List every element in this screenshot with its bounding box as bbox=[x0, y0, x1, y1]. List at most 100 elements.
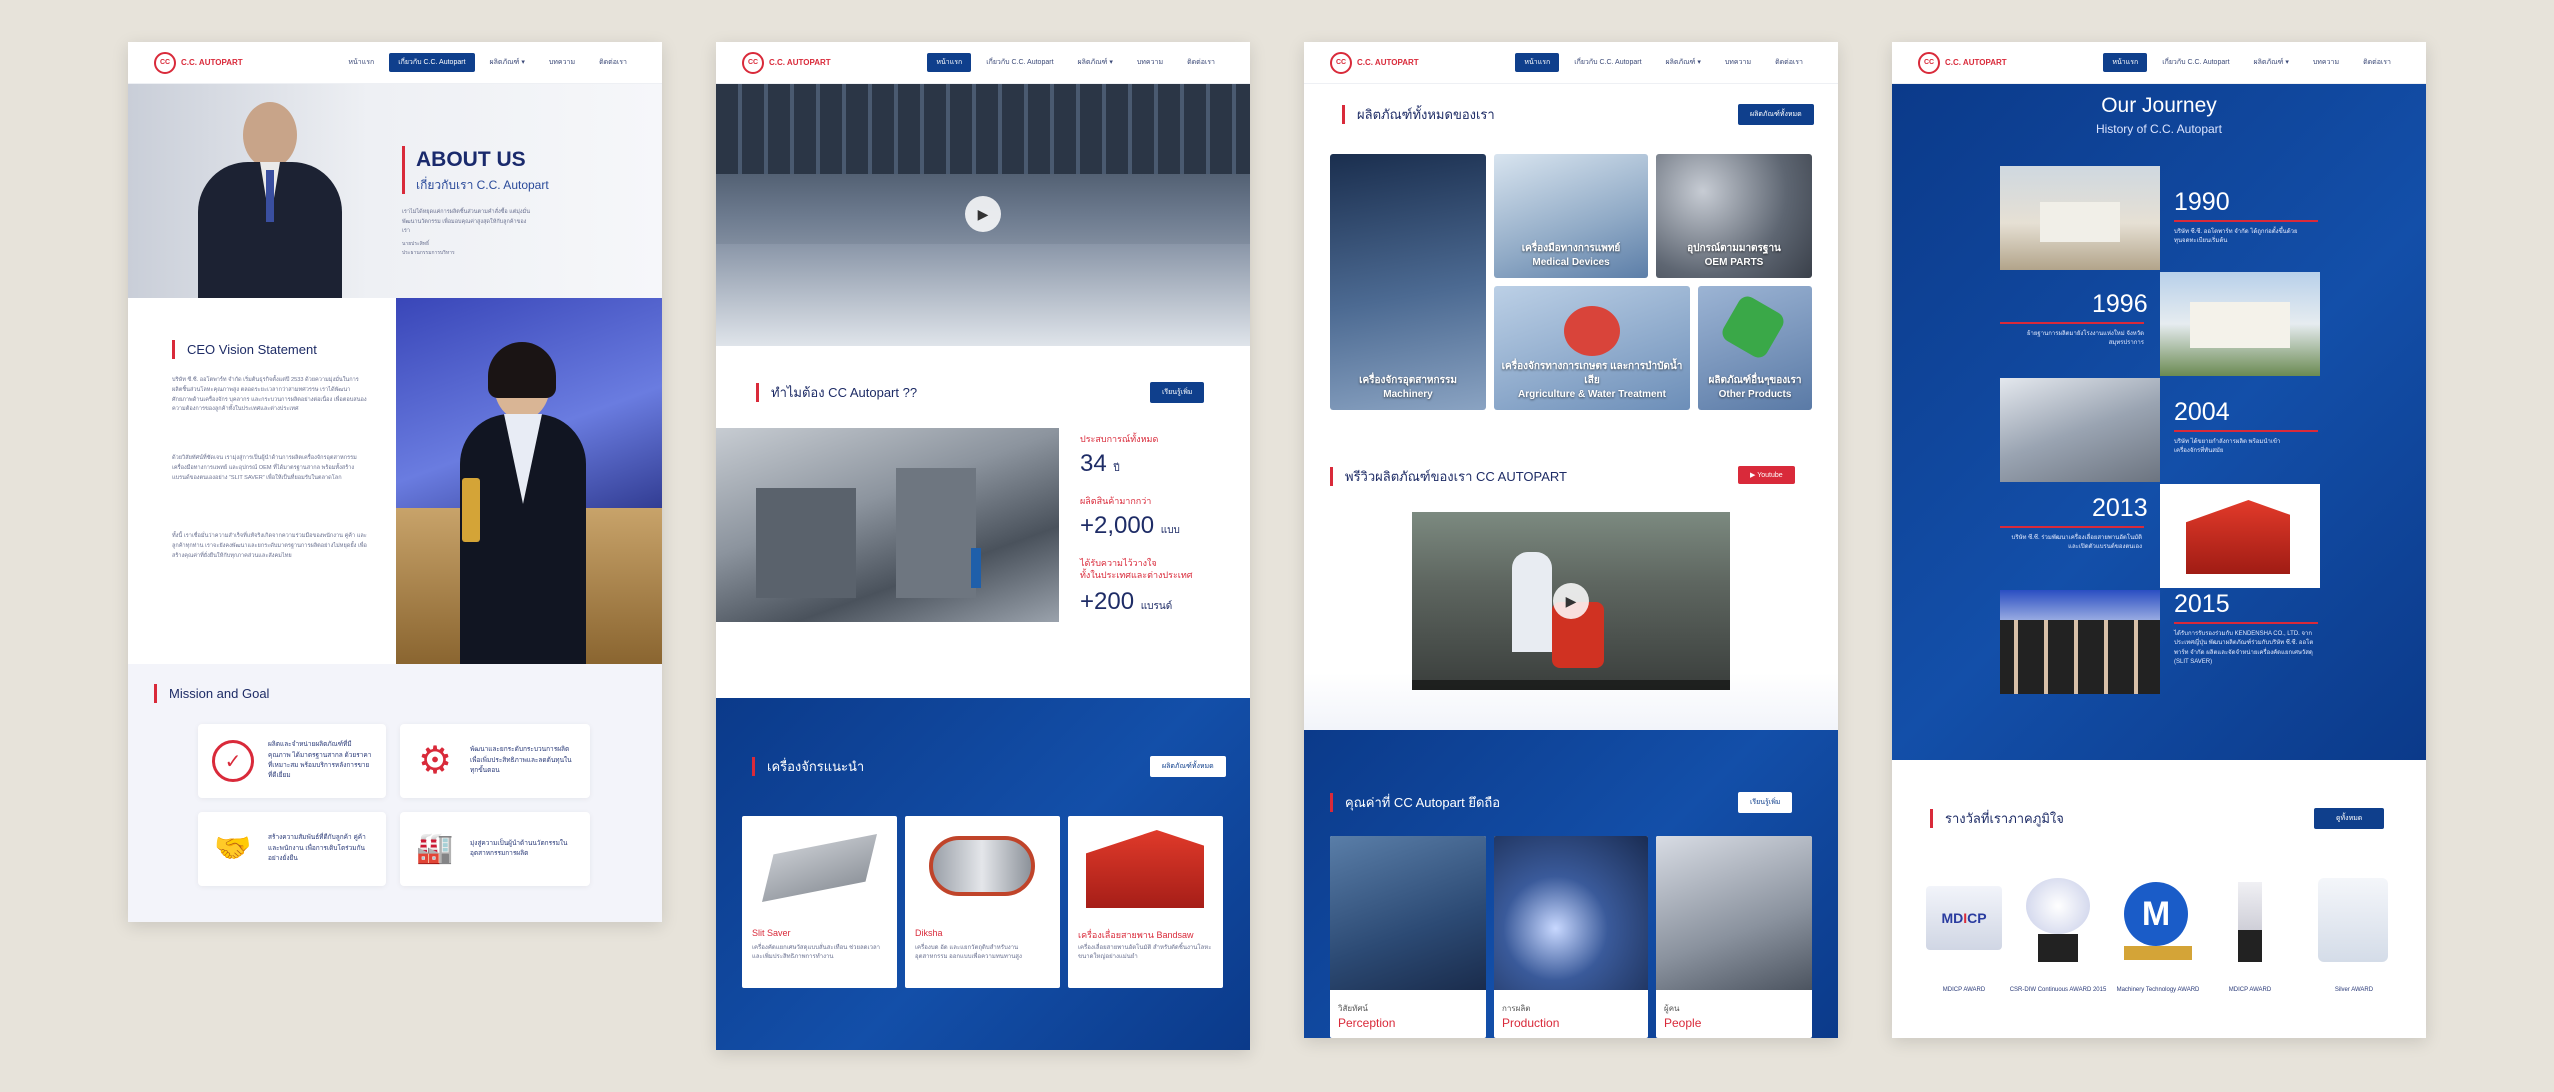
journey-section: Our Journey History of C.C. Autopart 199… bbox=[1892, 84, 2426, 760]
machine-photo-2 bbox=[929, 836, 1035, 896]
machine-card-1[interactable]: Slit Saver เครื่องคัดแยกเศษวัสดุแบบสั่นส… bbox=[742, 816, 897, 988]
value-card-people: ผู้คน People bbox=[1656, 836, 1812, 1038]
journey-desc-1996: ย้ายฐานการผลิตมายังโรงงานแห่งใหม่ จังหวั… bbox=[2027, 331, 2144, 347]
perception-photo bbox=[1330, 836, 1486, 990]
logo[interactable]: CC C.C. AUTOPART bbox=[154, 51, 339, 74]
journey-line-2015 bbox=[2174, 622, 2318, 624]
journey-photo-1996 bbox=[2160, 272, 2320, 376]
machines-section: เครื่องจักรแนะนำ ผลิตภัณฑ์ทั้งหมด Slit S… bbox=[716, 698, 1250, 1050]
nav-about[interactable]: เกี่ยวกับ C.C. Autopart bbox=[1565, 53, 1650, 72]
nav-home[interactable]: หน้าแรก bbox=[2103, 53, 2148, 72]
journey-desc-1990: บริษัท ซี.ซี. ออโตพาร์ท จำกัด ได้ถูกก่อต… bbox=[2174, 229, 2298, 245]
machine-desc-3: เครื่องเลื่อยสายพานอัตโนมัติ สำหรับตัดชิ… bbox=[1078, 945, 1212, 961]
factory-hero-video[interactable]: ▶ bbox=[716, 84, 1250, 346]
target-icon: ✓ bbox=[212, 740, 254, 782]
products-all-button[interactable]: ผลิตภัณฑ์ทั้งหมด bbox=[1738, 104, 1814, 125]
awards-view-all-button[interactable]: ดูทั้งหมด bbox=[2314, 808, 2385, 829]
machine-photo-1 bbox=[762, 834, 877, 902]
journey-year-2013: 2013 bbox=[2092, 494, 2148, 522]
product-machinery[interactable]: เครื่องจักรอุตสาหกรรม Machinery bbox=[1330, 154, 1486, 410]
logo[interactable]: CC C.C. AUTOPART bbox=[1330, 51, 1515, 74]
award-label-1: MDICP AWARD bbox=[1942, 987, 1986, 993]
product-other[interactable]: ผลิตภัณฑ์อื่นๆของเรา Other Products bbox=[1698, 286, 1812, 410]
value-en-production: Production bbox=[1502, 1016, 1560, 1030]
logo[interactable]: CC C.C. AUTOPART bbox=[1918, 51, 2103, 74]
nav-about[interactable]: เกี่ยวกับ C.C. Autopart bbox=[2153, 53, 2238, 72]
play-icon[interactable]: ▶ bbox=[965, 196, 1001, 232]
stat-value-2: +2,000 แบบ bbox=[1080, 512, 1180, 539]
top-nav: CC C.C. AUTOPART หน้าแรก เกี่ยวกับ C.C. … bbox=[128, 42, 662, 84]
nav-contact[interactable]: ติดต่อเรา bbox=[1178, 53, 1224, 72]
mission-card-1: ✓ ผลิตและจำหน่ายผลิตภัณฑ์ที่มีคุณภาพ ได้… bbox=[198, 724, 386, 798]
hero-description: เราไม่ได้หยุดแค่การผลิตชิ้นส่วนตามคำสั่ง… bbox=[402, 209, 531, 235]
gear-icon: ⚙ bbox=[417, 740, 453, 782]
products-page-card: CC C.C. AUTOPART หน้าแรก เกี่ยวกับ C.C. … bbox=[1304, 42, 1838, 1038]
nav-about[interactable]: เกี่ยวกับ C.C. Autopart bbox=[389, 53, 475, 72]
production-photo bbox=[1494, 836, 1648, 990]
journey-desc-2004: บริษัท ได้ขยายกำลังการผลิต พร้อมนำเข้าเค… bbox=[2174, 439, 2281, 455]
value-th-people: ผู้คน bbox=[1664, 1004, 1680, 1013]
review-video-player[interactable]: ▶ bbox=[1412, 512, 1730, 690]
journey-line-1996 bbox=[2000, 322, 2144, 324]
why-title: ทำไมต้อง CC Autopart ?? bbox=[756, 382, 917, 403]
play-icon[interactable]: ▶ bbox=[1553, 583, 1589, 619]
product-machinery-en: Machinery bbox=[1383, 389, 1433, 400]
youtube-button[interactable]: ▶ Youtube bbox=[1738, 466, 1795, 484]
machine-card-3[interactable]: เครื่องเลื่อยสายพาน Bandsaw เครื่องเลื่อ… bbox=[1068, 816, 1223, 988]
hero-subtitle: เกี่ยวกับเรา C.C. Autopart bbox=[416, 178, 549, 192]
nav-contact[interactable]: ติดต่อเรา bbox=[1766, 53, 1812, 72]
product-medical[interactable]: เครื่องมือทางการแพทย์ Medical Devices bbox=[1494, 154, 1648, 278]
values-title: คุณค่าที่ CC Autopart ยึดถือ bbox=[1330, 792, 1500, 813]
journey-year-1990: 1990 bbox=[2174, 188, 2230, 216]
machine-title-1: Slit Saver bbox=[752, 928, 791, 938]
award-trophy-1: MDICP bbox=[1926, 886, 2002, 950]
machines-all-button[interactable]: ผลิตภัณฑ์ทั้งหมด bbox=[1150, 756, 1226, 777]
machine-desc-1: เครื่องคัดแยกเศษวัสดุแบบสั่นสะเทือน ช่วย… bbox=[752, 945, 880, 961]
nav-articles[interactable]: บทความ bbox=[1716, 53, 1760, 72]
nav-contact[interactable]: ติดต่อเรา bbox=[590, 53, 636, 72]
nav-articles[interactable]: บทความ bbox=[1128, 53, 1172, 72]
product-machinery-th: เครื่องจักรอุตสาหกรรม bbox=[1359, 375, 1457, 386]
product-agriculture-th: เครื่องจักรทางการเกษตร และการบำบัดน้ำเสี… bbox=[1501, 361, 1683, 386]
journey-year-2015: 2015 bbox=[2174, 590, 2230, 618]
product-agriculture-en: Argriculture & Water Treatment bbox=[1518, 389, 1666, 400]
ceo-vision-title: CEO Vision Statement bbox=[172, 340, 317, 359]
journey-year-1996: 1996 bbox=[2092, 290, 2148, 318]
machine-photo-3 bbox=[1086, 830, 1204, 908]
mission-card-3: 🤝 สร้างความสัมพันธ์ที่ดีกับลูกค้า คู่ค้า… bbox=[198, 812, 386, 886]
product-agriculture[interactable]: เครื่องจักรทางการเกษตร และการบำบัดน้ำเสี… bbox=[1494, 286, 1690, 410]
nav-articles[interactable]: บทความ bbox=[2304, 53, 2348, 72]
nav-products[interactable]: ผลิตภัณฑ์ ▾ bbox=[2245, 53, 2298, 72]
logo[interactable]: CC C.C. AUTOPART bbox=[742, 51, 927, 74]
award-trophy-2 bbox=[2026, 878, 2090, 962]
nav-articles[interactable]: บทความ bbox=[540, 53, 584, 72]
nav-home[interactable]: หน้าแรก bbox=[339, 53, 383, 72]
machine-title-3: เครื่องเลื่อยสายพาน Bandsaw bbox=[1078, 930, 1194, 940]
nav-products[interactable]: ผลิตภัณฑ์ ▾ bbox=[481, 53, 534, 72]
journey-page-card: CC C.C. AUTOPART หน้าแรก เกี่ยวกับ C.C. … bbox=[1892, 42, 2426, 1038]
nav-home[interactable]: หน้าแรก bbox=[1515, 53, 1560, 72]
factory-interior-photo bbox=[716, 428, 1059, 622]
products-title: ผลิตภัณฑ์ทั้งหมดของเรา bbox=[1342, 104, 1495, 125]
stat-value-3: +200 แบรนด์ bbox=[1080, 588, 1173, 615]
product-oem-th: อุปกรณ์ตามมาตรฐาน bbox=[1687, 243, 1781, 254]
hero-signature: นายประสิทธิ์ ประธานกรรมการบริหาร bbox=[402, 241, 455, 256]
journey-title: Our Journey bbox=[2101, 94, 2217, 117]
value-en-people: People bbox=[1664, 1016, 1702, 1030]
nav-home[interactable]: หน้าแรก bbox=[927, 53, 972, 72]
why-learn-more-button[interactable]: เรียนรู้เพิ่ม bbox=[1150, 382, 1205, 403]
award-trophy-5 bbox=[2318, 878, 2388, 962]
nav-products[interactable]: ผลิตภัณฑ์ ▾ bbox=[1657, 53, 1710, 72]
mission-card-4: 🏭 มุ่งสู่ความเป็นผู้นำด้านนวัตกรรมในอุตส… bbox=[400, 812, 590, 886]
top-nav: CC C.C. AUTOPART หน้าแรก เกี่ยวกับ C.C. … bbox=[716, 42, 1250, 84]
product-oem[interactable]: อุปกรณ์ตามมาตรฐาน OEM PARTS bbox=[1656, 154, 1812, 278]
machine-card-2[interactable]: Diksha เครื่องบด อัด และแยกวัตถุดิบสำหรั… bbox=[905, 816, 1060, 988]
nav-products[interactable]: ผลิตภัณฑ์ ▾ bbox=[1069, 53, 1122, 72]
machine-desc-2: เครื่องบด อัด และแยกวัตถุดิบสำหรับงานอุต… bbox=[915, 945, 1022, 961]
values-learn-more-button[interactable]: เรียนรู้เพิ่ม bbox=[1738, 792, 1793, 813]
nav-contact[interactable]: ติดต่อเรา bbox=[2354, 53, 2400, 72]
values-section: คุณค่าที่ CC Autopart ยึดถือ เรียนรู้เพิ… bbox=[1304, 730, 1838, 1038]
nav-about[interactable]: เกี่ยวกับ C.C. Autopart bbox=[977, 53, 1062, 72]
journey-photo-2015 bbox=[2000, 590, 2160, 694]
product-medical-en: Medical Devices bbox=[1532, 257, 1610, 268]
